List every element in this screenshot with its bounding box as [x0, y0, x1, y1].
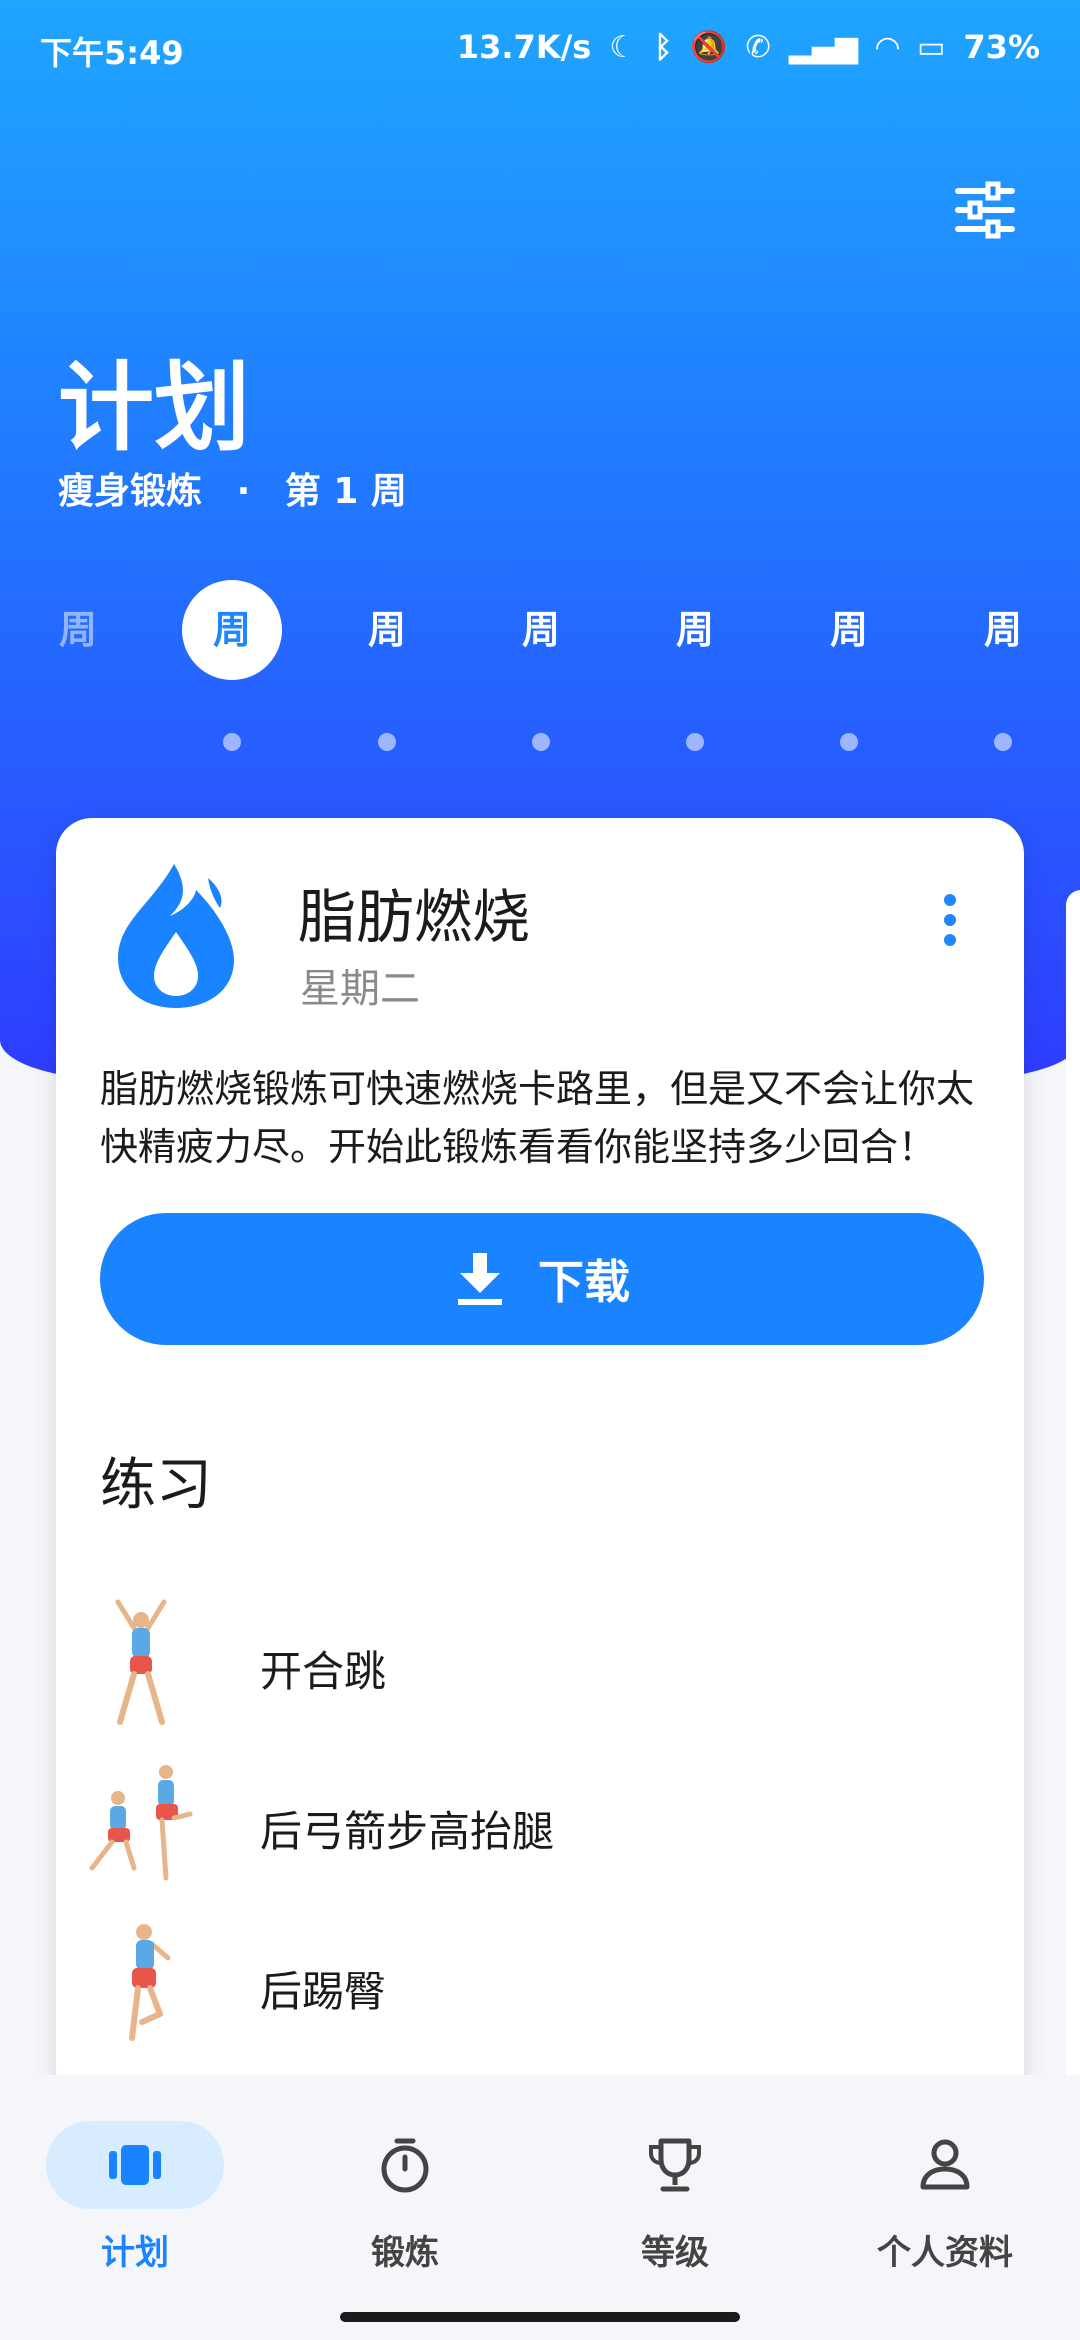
nav-icon-wrap — [586, 2121, 764, 2209]
workout-description: 脂肪燃烧锻炼可快速燃烧卡路里，但是又不会让你太快精疲力尽。开始此锻炼看看你能坚持… — [100, 1067, 975, 1169]
bluetooth-icon: ᛒ — [654, 29, 673, 65]
exercises-heading: 练习 — [100, 1453, 212, 1518]
week-tab-7[interactable]: 周 — [953, 580, 1053, 680]
status-time: 下午5:49 — [40, 34, 184, 72]
butt-kicks-figure-icon — [129, 1924, 171, 2041]
more-dot — [944, 934, 956, 946]
exercise-name: 后踢臀 — [260, 1967, 387, 2016]
week-tab-3[interactable]: 周 — [337, 580, 437, 680]
flame-icon — [118, 864, 234, 1008]
exercise-item[interactable]: 开合跳 — [56, 1588, 1024, 1738]
nav-icon-wrap — [856, 2121, 1034, 2209]
week-tab-2[interactable]: 周 — [182, 580, 282, 680]
page-title: 计划 — [58, 352, 250, 464]
battery-icon: ▭ — [917, 29, 946, 65]
nav-item-plan[interactable]: 计划 — [35, 2115, 235, 2275]
nav-item-workout[interactable]: 锻炼 — [305, 2115, 505, 2275]
week-dot — [840, 733, 858, 751]
network-speed: 13.7K/s — [456, 28, 592, 66]
status-bar: 下午5:49 13.7K/s ☾ ᛒ 🔕 ✆ ▂▄▆ ◠ ▭ 73% — [0, 0, 1080, 100]
mute-icon: 🔕 — [690, 29, 728, 65]
plan-icon — [109, 2145, 161, 2185]
subtitle-separator: · — [236, 471, 251, 512]
stopwatch-icon — [381, 2138, 429, 2193]
home-indicator[interactable] — [340, 2312, 740, 2322]
call-icon: ✆ — [745, 29, 771, 65]
week-tab-6[interactable]: 周 — [799, 580, 899, 680]
week-label: 第 1 周 — [284, 471, 407, 512]
plan-name: 瘦身锻炼 — [58, 471, 203, 512]
person-icon — [920, 2139, 970, 2190]
signal-icon: ▂▄▆ — [788, 29, 858, 65]
week-tab-4[interactable]: 周 — [491, 580, 591, 680]
do-not-disturb-icon: ☾ — [609, 29, 637, 65]
week-dot — [378, 733, 396, 751]
week-tab-1[interactable]: 周 — [28, 580, 128, 680]
week-dot — [994, 733, 1012, 751]
trophy-icon — [649, 2138, 701, 2192]
sliders-icon — [955, 181, 1015, 239]
jumping-jacks-figure-icon — [115, 1599, 167, 1725]
exercise-item[interactable]: 后踢臀 — [56, 1908, 1024, 2058]
more-dot — [944, 914, 956, 926]
nav-label-plan: 计划 — [101, 2233, 169, 2273]
week-dot — [686, 733, 704, 751]
nav-label-workout: 锻炼 — [371, 2233, 439, 2273]
filter-settings-button[interactable] — [950, 175, 1020, 245]
week-selector: 周 周 周 周 周 周 周 — [0, 580, 1080, 680]
nav-icon-wrap — [316, 2121, 494, 2209]
lunge-high-knee-figure-icon — [89, 1765, 193, 1881]
download-icon — [458, 1253, 502, 1305]
workout-card[interactable]: 脂肪燃烧 星期二 脂肪燃烧锻炼可快速燃烧卡路里，但是又不会让你太快精疲力尽。开始… — [56, 818, 1024, 2118]
nav-item-profile[interactable]: 个人资料 — [845, 2115, 1045, 2275]
download-label: 下载 — [538, 1255, 630, 1309]
download-button[interactable]: 下载 — [100, 1213, 984, 1345]
workout-title: 脂肪燃烧 — [298, 883, 531, 951]
exercise-item[interactable]: 后弓箭步高抬腿 — [56, 1748, 1024, 1898]
wifi-icon: ◠ — [875, 29, 900, 65]
exercise-name: 开合跳 — [260, 1647, 387, 1696]
week-dot — [223, 733, 241, 751]
exercise-name: 后弓箭步高抬腿 — [260, 1807, 555, 1856]
nav-active-indicator — [46, 2121, 224, 2209]
nav-label-profile: 个人资料 — [877, 2233, 1013, 2273]
bottom-navigation: 计划 锻炼 等级 个人资料 — [0, 2075, 1080, 2340]
week-dot — [532, 733, 550, 751]
more-vertical-icon — [944, 894, 956, 906]
battery-level: 73% — [963, 28, 1040, 66]
plan-subtitle: 瘦身锻炼 · 第 1 周 — [58, 462, 407, 514]
workout-day: 星期二 — [300, 966, 420, 1012]
week-tab-5[interactable]: 周 — [645, 580, 745, 680]
next-card-peek[interactable] — [1066, 890, 1080, 2090]
nav-label-level: 等级 — [641, 2233, 709, 2273]
nav-item-level[interactable]: 等级 — [575, 2115, 775, 2275]
status-icons: 13.7K/s ☾ ᛒ 🔕 ✆ ▂▄▆ ◠ ▭ 73% — [457, 28, 1040, 66]
more-options-button[interactable] — [938, 894, 962, 954]
